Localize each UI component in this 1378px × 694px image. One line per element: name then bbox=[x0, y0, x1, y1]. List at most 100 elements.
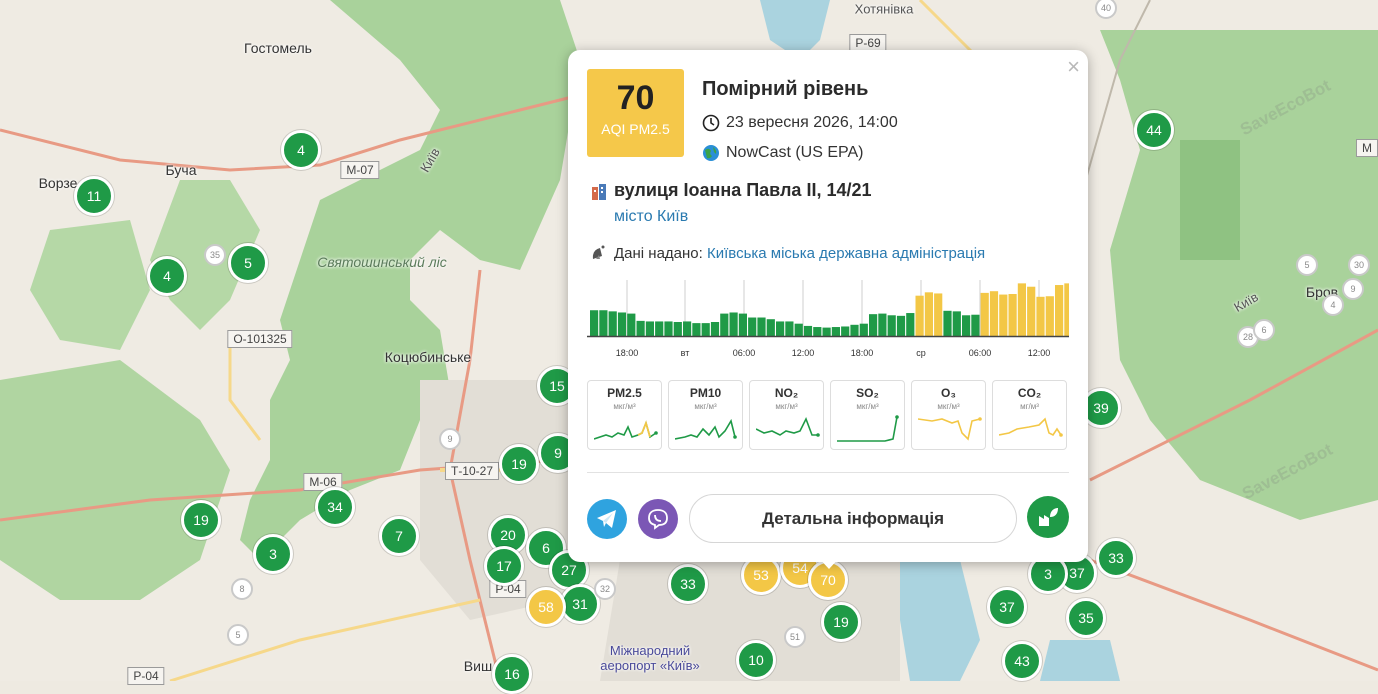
city-link[interactable]: місто Київ bbox=[614, 208, 688, 226]
chart-bar[interactable] bbox=[1055, 285, 1064, 336]
station-marker[interactable]: 34 bbox=[315, 487, 355, 527]
close-icon[interactable]: × bbox=[1067, 54, 1080, 80]
chart-bar[interactable] bbox=[683, 321, 692, 336]
chart-bar[interactable] bbox=[1045, 296, 1054, 336]
station-marker[interactable]: 17 bbox=[484, 546, 524, 586]
chart-bar[interactable] bbox=[831, 327, 840, 336]
details-button[interactable]: Детальна інформація bbox=[689, 494, 1017, 543]
chart-x-label: 06:00 bbox=[969, 348, 992, 358]
chart-bar[interactable] bbox=[729, 312, 738, 336]
chart-bar[interactable] bbox=[766, 319, 775, 336]
telegram-button[interactable] bbox=[587, 499, 627, 539]
chart-bar[interactable] bbox=[989, 291, 999, 336]
station-marker[interactable]: 16 bbox=[492, 654, 532, 694]
station-marker[interactable]: 58 bbox=[526, 587, 566, 627]
station-marker[interactable]: 10 bbox=[736, 640, 776, 680]
ecobot-button[interactable] bbox=[1027, 496, 1069, 538]
chart-bar[interactable] bbox=[1036, 296, 1045, 336]
station-marker[interactable]: 5 bbox=[227, 624, 249, 646]
chart-bar[interactable] bbox=[841, 326, 850, 336]
chart-bar[interactable] bbox=[1064, 283, 1069, 336]
chart-bar[interactable] bbox=[692, 323, 701, 336]
source-link[interactable]: Київська міська державна адміністрація bbox=[707, 245, 985, 262]
chart-bar[interactable] bbox=[869, 314, 878, 336]
pollutant-tile[interactable]: SO₂ мкг/м³ bbox=[830, 380, 905, 450]
station-marker[interactable]: 4 bbox=[281, 130, 321, 170]
station-marker[interactable]: 19 bbox=[181, 500, 221, 540]
chart-bar[interactable] bbox=[776, 321, 785, 336]
station-marker[interactable]: 35 bbox=[1066, 598, 1106, 638]
station-marker[interactable]: 33 bbox=[668, 564, 708, 604]
chart-bar[interactable] bbox=[645, 321, 654, 336]
station-marker[interactable]: 44 bbox=[1134, 110, 1174, 150]
chart-bar[interactable] bbox=[701, 323, 710, 336]
pollutant-tile[interactable]: PM10 мкг/м³ bbox=[668, 380, 743, 450]
chart-bar[interactable] bbox=[1027, 286, 1036, 336]
pollutant-tile[interactable]: CO₂ мг/м³ bbox=[992, 380, 1067, 450]
chart-bar[interactable] bbox=[673, 322, 682, 336]
station-marker[interactable]: 19 bbox=[821, 602, 861, 642]
chart-bar[interactable] bbox=[850, 324, 859, 336]
pollutant-tile[interactable]: O₃ мкг/м³ bbox=[911, 380, 986, 450]
chart-bar[interactable] bbox=[599, 310, 608, 336]
chart-bar[interactable] bbox=[608, 311, 617, 336]
station-marker[interactable]: 4 bbox=[147, 256, 187, 296]
chart-bar[interactable] bbox=[748, 317, 757, 336]
chart-bar[interactable] bbox=[794, 323, 803, 336]
station-marker[interactable]: 19 bbox=[499, 444, 539, 484]
chart-bar[interactable] bbox=[896, 315, 906, 336]
station-marker[interactable]: 9 bbox=[439, 428, 461, 450]
chart-bar[interactable] bbox=[962, 315, 971, 336]
station-marker[interactable]: 51 bbox=[784, 626, 806, 648]
pollutant-tile[interactable]: NO₂ мкг/м³ bbox=[749, 380, 824, 450]
chart-bar[interactable] bbox=[664, 321, 673, 336]
station-marker[interactable]: 5 bbox=[228, 243, 268, 283]
chart-bar[interactable] bbox=[803, 325, 813, 336]
station-marker[interactable]: 35 bbox=[204, 244, 226, 266]
chart-bar[interactable] bbox=[878, 313, 887, 336]
chart-bar[interactable] bbox=[1008, 294, 1017, 336]
station-marker[interactable]: 3 bbox=[253, 534, 293, 574]
chart-bar[interactable] bbox=[934, 293, 943, 336]
station-marker[interactable]: 7 bbox=[379, 516, 419, 556]
viber-button[interactable] bbox=[638, 499, 678, 539]
station-marker[interactable]: 9 bbox=[1342, 278, 1364, 300]
pollutant-name: PM2.5 bbox=[607, 386, 642, 400]
chart-bar[interactable] bbox=[952, 311, 961, 336]
pollutant-tile[interactable]: PM2.5 мкг/м³ bbox=[587, 380, 662, 450]
chart-bar[interactable] bbox=[999, 294, 1008, 336]
station-marker[interactable]: 11 bbox=[74, 176, 114, 216]
chart-bar[interactable] bbox=[980, 292, 989, 336]
chart-bar[interactable] bbox=[757, 317, 766, 336]
chart-bar[interactable] bbox=[813, 327, 822, 336]
chart-bar[interactable] bbox=[887, 315, 896, 336]
chart-bar[interactable] bbox=[943, 310, 952, 336]
chart-bar[interactable] bbox=[785, 321, 794, 336]
history-bar-chart: 18:00 вт 06:00 12:00 18:00 ср 06:00 12:00 bbox=[587, 280, 1069, 358]
station-marker[interactable]: 4 bbox=[1322, 294, 1344, 316]
chart-bar[interactable] bbox=[710, 322, 720, 336]
place-label: Буча bbox=[165, 162, 197, 178]
station-marker[interactable]: 32 bbox=[594, 578, 616, 600]
station-marker[interactable]: 8 bbox=[231, 578, 253, 600]
station-marker[interactable]: 33 bbox=[1096, 538, 1136, 578]
chart-bar[interactable] bbox=[822, 327, 831, 336]
chart-bar[interactable] bbox=[617, 312, 627, 336]
chart-bar[interactable] bbox=[859, 323, 868, 336]
chart-bar[interactable] bbox=[738, 313, 747, 336]
chart-bar[interactable] bbox=[915, 295, 924, 336]
chart-bar[interactable] bbox=[924, 292, 933, 336]
station-marker[interactable]: 5 bbox=[1296, 254, 1318, 276]
chart-bar[interactable] bbox=[636, 320, 645, 336]
chart-bar[interactable] bbox=[1017, 283, 1026, 336]
chart-bar[interactable] bbox=[720, 313, 729, 336]
chart-bar[interactable] bbox=[627, 313, 636, 336]
station-marker[interactable]: 6 bbox=[1253, 319, 1275, 341]
station-marker[interactable]: 30 bbox=[1348, 254, 1370, 276]
chart-bar[interactable] bbox=[906, 313, 915, 336]
station-marker[interactable]: 43 bbox=[1002, 641, 1042, 681]
chart-bar[interactable] bbox=[590, 310, 599, 336]
station-marker[interactable]: 37 bbox=[987, 587, 1027, 627]
chart-bar[interactable] bbox=[655, 321, 664, 336]
chart-bar[interactable] bbox=[971, 314, 980, 336]
